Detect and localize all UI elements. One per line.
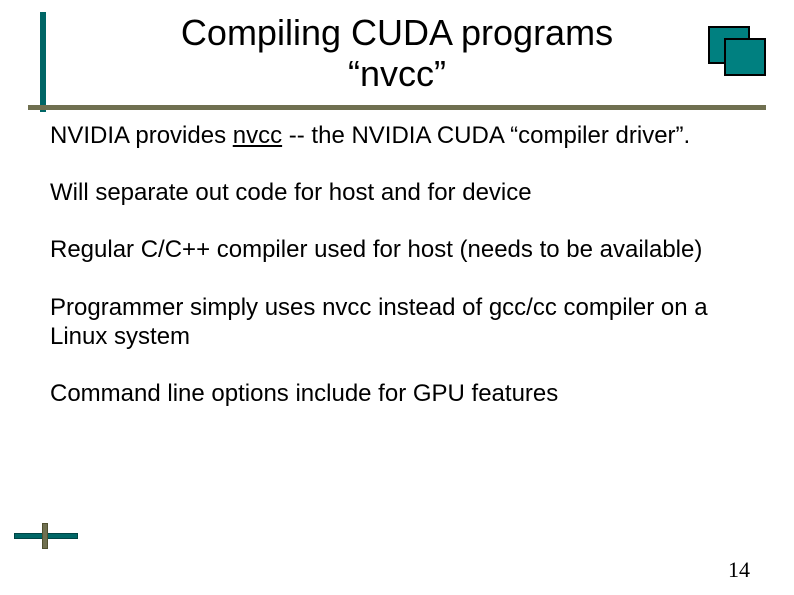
content-area: NVIDIA provides nvcc -- the NVIDIA CUDA … [0,111,794,409]
bottom-left-cross-icon [14,523,78,549]
p1-underlined: nvcc [233,122,282,149]
rule-bar [28,105,766,110]
title-line-2: “nvcc” [0,53,794,94]
paragraph-4: Programmer simply uses nvcc instead of g… [50,293,744,352]
slide: Compiling CUDA programs “nvcc” NVIDIA pr… [0,0,794,595]
page-number: 14 [728,557,750,583]
title-line-1: Compiling CUDA programs [0,12,794,53]
paragraph-1: NVIDIA provides nvcc -- the NVIDIA CUDA … [50,121,744,150]
paragraph-5: Command line options include for GPU fea… [50,379,744,408]
cross-vertical [42,523,48,549]
title-underline-rule [0,105,794,111]
paragraph-2: Will separate out code for host and for … [50,178,744,207]
p1-post: -- the NVIDIA CUDA “compiler driver”. [282,122,690,149]
p1-pre: NVIDIA provides [50,122,233,149]
title-block: Compiling CUDA programs “nvcc” [0,12,794,103]
paragraph-3: Regular C/C++ compiler used for host (ne… [50,235,744,264]
